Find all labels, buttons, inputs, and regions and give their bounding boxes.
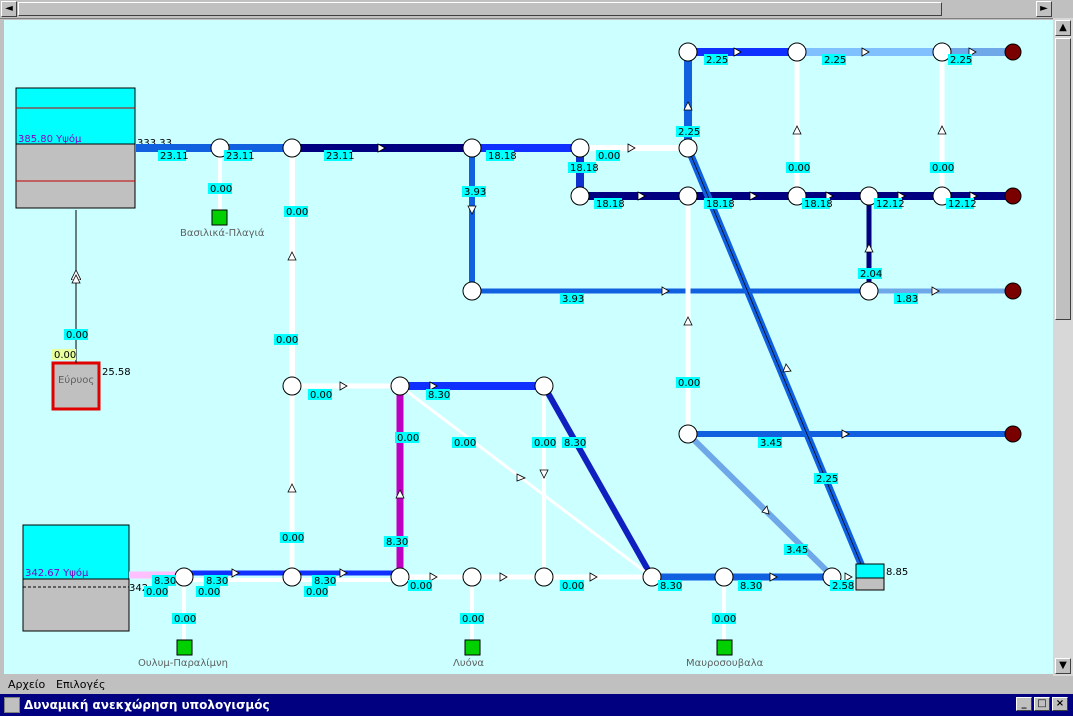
minimize-button[interactable]: _ — [1016, 697, 1032, 711]
flow-label: 2.25 — [706, 55, 728, 66]
flow-label: 0.00 — [282, 533, 304, 544]
flow-label: 0.00 — [678, 378, 700, 389]
flow-label: 0.00 — [397, 433, 419, 444]
scroll-down-button[interactable]: ▼ — [1055, 658, 1071, 674]
flow-label: 2.25 — [816, 474, 838, 485]
flow-label: 3.93 — [562, 294, 584, 305]
reservoir-top-level: 385.80 Υψόμ — [18, 133, 82, 145]
flow-label: 0.00 — [598, 151, 620, 162]
source-label-1: Βασιλικά-Πλαγιά — [180, 227, 265, 239]
vertical-scroll-thumb[interactable] — [1055, 38, 1071, 320]
flow-label: 3.45 — [760, 438, 782, 449]
source-label-3: Λυόνα — [453, 657, 484, 669]
storage-tank[interactable] — [855, 563, 885, 591]
flow-label: 18.18 — [706, 199, 735, 210]
flow-label: 18.18 — [570, 163, 599, 174]
window-title: Δυναμική ανεκχώρηση υπολογισμός — [24, 698, 270, 712]
reservoir-top[interactable] — [15, 87, 136, 209]
flow-label: 0.00 — [210, 184, 232, 195]
flow-label: 2.25 — [950, 55, 972, 66]
flow-label: 18.18 — [596, 199, 625, 210]
app-window: ◄ ► 385.80 Υψόμ 333.33 342.67 Υψόμ 342 Ε… — [0, 0, 1073, 716]
flow-label: 0.00 — [306, 587, 328, 598]
scroll-right-button[interactable]: ► — [1036, 1, 1052, 17]
pump-flow-label: 0.00 — [66, 330, 88, 341]
source-nodes[interactable] — [176, 209, 733, 656]
flow-label: 8.30 — [314, 576, 336, 587]
scroll-up-button[interactable]: ▲ — [1055, 20, 1071, 36]
vertical-scrollbar[interactable]: ▲ ▼ — [1053, 18, 1073, 676]
menu-bar: Αρχείο Επιλογές — [0, 676, 1073, 694]
flow-label: 0.00 — [562, 581, 584, 592]
flow-label: 23.11 — [160, 151, 189, 162]
flow-label: 8.30 — [564, 438, 586, 449]
network-diagram: 385.80 Υψόμ 333.33 342.67 Υψόμ 342 Εύρυο… — [15, 42, 1022, 669]
flow-label: 0.00 — [788, 163, 810, 174]
outlet-nodes — [1004, 43, 1022, 443]
flow-label: 1.83 — [896, 294, 918, 305]
flow-label: 18.18 — [488, 151, 517, 162]
flow-label: 2.25 — [824, 55, 846, 66]
flow-label: 23.11 — [326, 151, 355, 162]
flow-label: 8.30 — [386, 537, 408, 548]
flow-label: 2.04 — [860, 269, 882, 280]
flow-label: 8.30 — [740, 581, 762, 592]
flow-label: 0.00 — [534, 438, 556, 449]
network-canvas[interactable]: 385.80 Υψόμ 333.33 342.67 Υψόμ 342 Εύρυο… — [4, 20, 1053, 674]
tank-value: 8.85 — [886, 567, 908, 578]
pump-box[interactable] — [51, 361, 101, 411]
app-icon[interactable] — [4, 697, 20, 713]
flow-label: 23.11 — [226, 151, 255, 162]
source-label-2: Ουλυμ-Παραλίμνη — [138, 657, 228, 669]
scroll-left-button[interactable]: ◄ — [1, 1, 17, 17]
flow-label: 2.58 — [832, 581, 854, 592]
flow-label: 0.00 — [410, 581, 432, 592]
source-label-4: Μαυροσουβαλα — [686, 658, 764, 669]
pump-value: 25.58 — [102, 367, 131, 378]
flow-label: 0.00 — [146, 587, 168, 598]
flow-label: 12.12 — [876, 199, 905, 210]
reservoir-bottom-level: 342.67 Υψόμ — [25, 567, 89, 579]
flow-label: 0.00 — [198, 587, 220, 598]
close-button[interactable]: × — [1052, 697, 1068, 711]
flow-label: 3.93 — [464, 187, 486, 198]
flow-label: 8.30 — [428, 390, 450, 401]
flow-label: 0.00 — [454, 438, 476, 449]
flow-label: 3.45 — [786, 545, 808, 556]
flow-label: 12.12 — [948, 199, 977, 210]
menu-options[interactable]: Επιλογές — [56, 678, 105, 691]
maximize-button[interactable]: □ — [1034, 697, 1050, 711]
flow-label: 8.30 — [660, 581, 682, 592]
flow-label: 0.00 — [276, 335, 298, 346]
flow-label: 8.30 — [206, 576, 228, 587]
flow-label: 0.00 — [462, 614, 484, 625]
flow-label: 0.00 — [286, 207, 308, 218]
flow-label: 0.00 — [310, 390, 332, 401]
title-bar: Δυναμική ανεκχώρηση υπολογισμός _ □ × — [0, 694, 1073, 716]
flow-label: 0.00 — [714, 614, 736, 625]
pump-flow-label-2: 0.00 — [54, 350, 76, 361]
flow-label: 0.00 — [174, 614, 196, 625]
horizontal-scrollbar[interactable]: ◄ ► — [0, 0, 1073, 19]
menu-file[interactable]: Αρχείο — [8, 678, 45, 691]
flow-label: 8.30 — [154, 576, 176, 587]
pump-label: Εύρυος — [58, 374, 94, 386]
horizontal-scroll-thumb[interactable] — [18, 2, 942, 16]
flow-label: 2.25 — [678, 127, 700, 138]
flow-label: 0.00 — [932, 163, 954, 174]
flow-label: 18.18 — [804, 199, 833, 210]
